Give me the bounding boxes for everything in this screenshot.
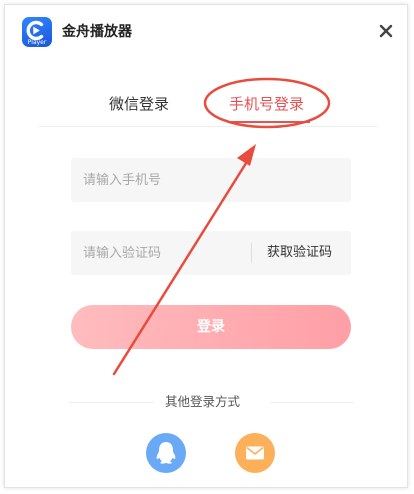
- phone-field: [71, 158, 351, 202]
- code-field: 获取验证码: [71, 231, 351, 275]
- phone-input[interactable]: [71, 158, 351, 202]
- close-button[interactable]: [377, 22, 395, 40]
- get-code-button[interactable]: 获取验证码: [267, 243, 332, 263]
- login-dialog: Player 金舟播放器 微信登录 手机号登录 获取验证码 登录 其他登录方式: [4, 4, 408, 488]
- tab-divider: [39, 126, 377, 127]
- app-logo: Player: [22, 17, 52, 47]
- verification-code-input[interactable]: [71, 231, 241, 275]
- app-title: 金舟播放器: [62, 24, 132, 40]
- tab-phone-login[interactable]: 手机号登录: [229, 93, 304, 115]
- envelope-icon: [246, 446, 264, 460]
- other-login-label: 其他登录方式: [165, 394, 241, 409]
- code-field-divider: [251, 243, 252, 263]
- qq-login-button[interactable]: [146, 433, 186, 473]
- close-icon: [379, 24, 393, 38]
- qq-penguin-icon: [156, 442, 176, 464]
- logo-sublabel: Player: [27, 39, 47, 46]
- tab-wechat-login[interactable]: 微信登录: [109, 93, 169, 115]
- other-login-divider-left: [69, 402, 154, 403]
- other-login-divider-right: [271, 402, 353, 403]
- email-login-button[interactable]: [235, 433, 275, 473]
- login-button[interactable]: 登录: [71, 305, 351, 349]
- active-tab-indicator: [228, 121, 310, 123]
